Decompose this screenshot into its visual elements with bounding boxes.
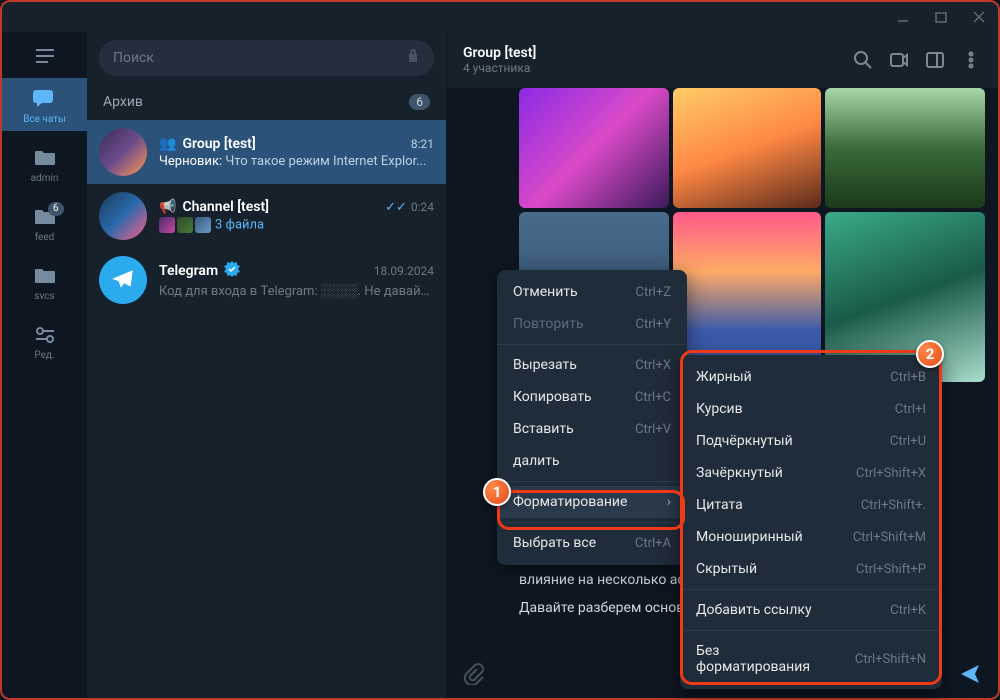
chat-sidebar: Поиск Архив 6 👥 Group [test] 8:21 bbox=[87, 32, 447, 698]
settings-icon bbox=[32, 322, 58, 348]
context-menu-formatting: ЖирныйCtrl+B КурсивCtrl+I ПодчёркнутыйCt… bbox=[680, 355, 942, 689]
minimize-button[interactable] bbox=[896, 10, 910, 24]
media-thumbs bbox=[159, 217, 211, 233]
lock-icon bbox=[406, 48, 420, 68]
album-image[interactable] bbox=[825, 88, 985, 208]
rail-svcs[interactable]: svcs bbox=[2, 255, 87, 308]
ctx-monospace[interactable]: МоноширинныйCtrl+Shift+M bbox=[680, 521, 942, 553]
album-image[interactable] bbox=[673, 88, 821, 208]
rail-label: Ред. bbox=[34, 350, 54, 361]
rail-admin[interactable]: admin bbox=[2, 137, 87, 190]
ctx-copy[interactable]: КопироватьCtrl+C bbox=[497, 381, 687, 413]
chat-name: Telegram bbox=[159, 263, 218, 279]
separator bbox=[680, 630, 942, 631]
ctx-formatting[interactable]: Форматирование› bbox=[497, 486, 687, 518]
maximize-button[interactable] bbox=[934, 10, 948, 24]
folder-icon bbox=[32, 263, 58, 289]
search-in-chat-button[interactable] bbox=[852, 49, 874, 71]
ctx-add-link[interactable]: Добавить ссылкуCtrl+K bbox=[680, 594, 942, 626]
chat-name: Channel [test] bbox=[182, 199, 269, 215]
ctx-select-all[interactable]: Выбрать всеCtrl+A bbox=[497, 527, 687, 559]
archive-label: Архив bbox=[103, 94, 397, 110]
ctx-bold[interactable]: ЖирныйCtrl+B bbox=[680, 361, 942, 393]
ctx-delete[interactable]: далить bbox=[497, 445, 687, 477]
rail-label: Все чаты bbox=[23, 114, 66, 125]
rail-feed[interactable]: 6 feed bbox=[2, 196, 87, 249]
separator bbox=[497, 481, 687, 482]
send-button[interactable] bbox=[958, 662, 982, 690]
ctx-cut[interactable]: ВырезатьCtrl+X bbox=[497, 349, 687, 381]
chat-preview: Код для входа в Telegram: ░░░░. Не давай… bbox=[159, 283, 434, 299]
menu-button[interactable] bbox=[25, 40, 65, 72]
channel-icon: 📢 bbox=[159, 199, 176, 215]
ctx-italic[interactable]: КурсивCtrl+I bbox=[680, 393, 942, 425]
chat-time: 0:24 bbox=[411, 200, 434, 214]
attach-button[interactable] bbox=[463, 663, 485, 689]
context-menu-edit: ОтменитьCtrl+Z ПовторитьCtrl+Y ВырезатьC… bbox=[497, 270, 687, 565]
separator bbox=[680, 589, 942, 590]
chat-preview: Что такое режим Internet Explor... bbox=[222, 154, 426, 169]
chat-row-telegram[interactable]: Telegram 18.09.2024 Код для входа в Tele… bbox=[87, 248, 446, 312]
rail-edit[interactable]: Ред. bbox=[2, 314, 87, 367]
chevron-right-icon: › bbox=[667, 494, 671, 510]
side-panel-button[interactable] bbox=[924, 49, 946, 71]
chat-preview: 3 файла bbox=[215, 217, 264, 232]
unread-badge: 6 bbox=[48, 202, 64, 216]
search-input[interactable]: Поиск bbox=[99, 40, 434, 76]
ctx-undo[interactable]: ОтменитьCtrl+Z bbox=[497, 276, 687, 308]
rail-all-chats[interactable]: Все чаты bbox=[2, 78, 87, 131]
archive-badge: 6 bbox=[409, 94, 430, 110]
chats-icon bbox=[32, 86, 58, 112]
chat-row-group-test[interactable]: 👥 Group [test] 8:21 Черновик: Что такое р… bbox=[87, 120, 446, 184]
separator bbox=[497, 522, 687, 523]
call-button[interactable] bbox=[888, 49, 910, 71]
archive-row[interactable]: Архив 6 bbox=[87, 84, 446, 120]
ctx-spoiler[interactable]: СкрытыйCtrl+Shift+P bbox=[680, 553, 942, 585]
verified-icon bbox=[224, 261, 240, 281]
rail-label: svcs bbox=[34, 291, 54, 302]
chat-time: 8:21 bbox=[411, 137, 434, 151]
folders-rail: Все чаты admin 6 feed svcs Ред. bbox=[2, 32, 87, 698]
avatar bbox=[99, 256, 147, 304]
folder-icon: 6 bbox=[32, 204, 58, 230]
avatar bbox=[99, 192, 147, 240]
draft-label: Черновик: bbox=[159, 154, 222, 169]
more-button[interactable] bbox=[960, 49, 982, 71]
annotation-badge: 1 bbox=[483, 478, 511, 506]
album-image[interactable] bbox=[519, 88, 669, 208]
ctx-quote[interactable]: ЦитатаCtrl+Shift+. bbox=[680, 489, 942, 521]
annotation-badge: 2 bbox=[916, 340, 944, 368]
ctx-redo[interactable]: ПовторитьCtrl+Y bbox=[497, 308, 687, 340]
avatar bbox=[99, 128, 147, 176]
titlebar bbox=[2, 2, 998, 32]
ctx-paste[interactable]: ВставитьCtrl+V bbox=[497, 413, 687, 445]
chat-subtitle: 4 участника bbox=[463, 61, 838, 75]
ctx-underline[interactable]: ПодчёркнутыйCtrl+U bbox=[680, 425, 942, 457]
chat-title: Group [test] bbox=[463, 45, 838, 61]
folder-icon bbox=[32, 145, 58, 171]
chat-name: Group [test] bbox=[182, 136, 255, 152]
chat-row-channel-test[interactable]: 📢 Channel [test] ✓✓ 0:24 3 файла bbox=[87, 184, 446, 248]
ctx-plain[interactable]: Без форматированияCtrl+Shift+N bbox=[680, 635, 942, 683]
rail-label: feed bbox=[35, 232, 55, 243]
ctx-strike[interactable]: ЗачёркнутыйCtrl+Shift+X bbox=[680, 457, 942, 489]
close-button[interactable] bbox=[972, 10, 986, 24]
separator bbox=[497, 344, 687, 345]
group-icon: 👥 bbox=[159, 136, 176, 152]
read-ticks-icon: ✓✓ bbox=[385, 200, 407, 215]
chat-time: 18.09.2024 bbox=[374, 264, 434, 278]
rail-label: admin bbox=[31, 173, 59, 184]
search-placeholder: Поиск bbox=[113, 50, 154, 66]
chat-header[interactable]: Group [test] 4 участника bbox=[447, 32, 998, 88]
